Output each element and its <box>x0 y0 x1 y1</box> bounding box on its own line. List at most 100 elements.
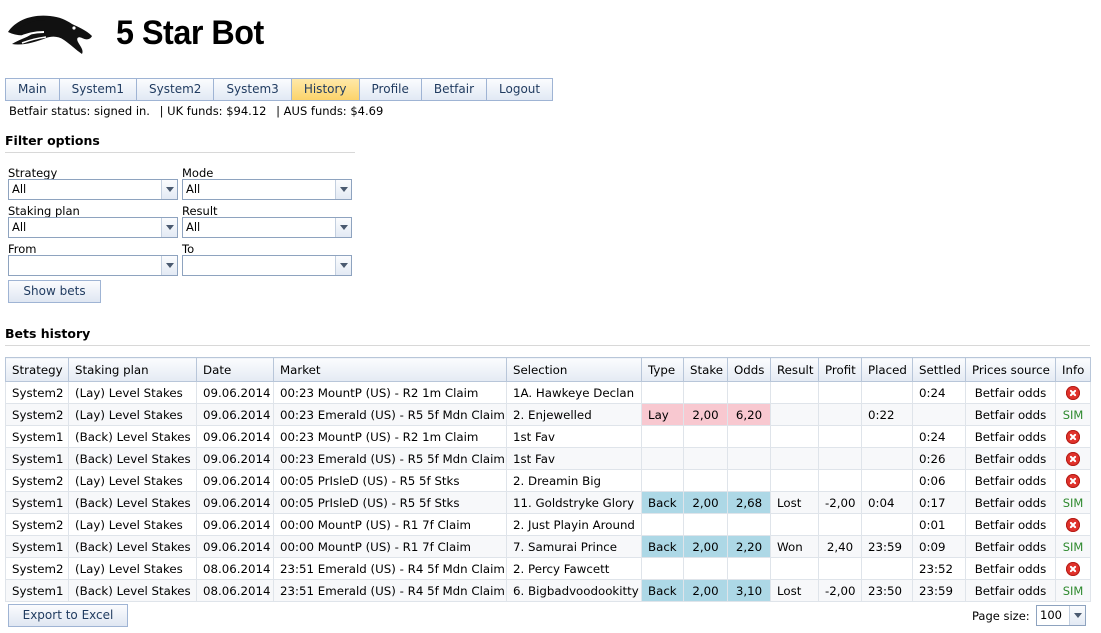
cell-profit <box>818 557 862 580</box>
cell-placed <box>861 425 913 448</box>
result-select[interactable]: All <box>182 217 352 238</box>
col-stake[interactable]: Stake <box>683 357 728 382</box>
col-staking-plan[interactable]: Staking plan <box>68 357 197 382</box>
error-x-icon[interactable] <box>1066 451 1080 466</box>
col-date[interactable]: Date <box>196 357 274 382</box>
col-prices-source[interactable]: Prices source <box>965 357 1056 382</box>
cell-date: 09.06.2014 <box>196 381 274 404</box>
page-size-select[interactable]: 100 <box>1036 605 1086 626</box>
col-selection[interactable]: Selection <box>506 357 642 382</box>
export-excel-button[interactable]: Export to Excel <box>8 604 128 627</box>
cell-market: 00:00 MountP (US) - R1 7f Claim <box>273 535 507 558</box>
table-row: System2 (Lay) Level Stakes 09.06.2014 00:23… <box>5 403 1091 426</box>
mode-label: Mode <box>182 166 214 180</box>
cell-odds <box>727 381 771 404</box>
cell-placed: 23:59 <box>861 535 913 558</box>
tab-main[interactable]: Main <box>6 79 60 100</box>
cell-settled: 23:59 <box>912 579 966 602</box>
cell-placed <box>861 557 913 580</box>
table-row: System2 (Lay) Level Stakes 09.06.2014 00:00… <box>5 513 1091 536</box>
col-odds[interactable]: Odds <box>727 357 771 382</box>
mode-select[interactable]: All <box>182 179 352 200</box>
cell-profit <box>818 513 862 536</box>
cell-market: 00:05 PrIsleD (US) - R5 5f Stks <box>273 491 507 514</box>
tab-system3[interactable]: System3 <box>214 79 292 100</box>
to-date-picker[interactable] <box>182 255 352 276</box>
cell-profit <box>818 447 862 470</box>
col-result[interactable]: Result <box>770 357 819 382</box>
tab-logout[interactable]: Logout <box>487 79 554 100</box>
cell-odds <box>727 557 771 580</box>
col-profit[interactable]: Profit <box>818 357 862 382</box>
tab-profile[interactable]: Profile <box>359 79 422 100</box>
tab-system2[interactable]: System2 <box>137 79 215 100</box>
cell-type <box>641 381 684 404</box>
cell-placed <box>861 447 913 470</box>
cell-prices-source: Betfair odds <box>965 579 1056 602</box>
show-bets-button[interactable]: Show bets <box>8 280 101 303</box>
chevron-down-icon[interactable] <box>161 256 177 275</box>
cell-prices-source: Betfair odds <box>965 447 1056 470</box>
cell-strategy[interactable]: System1 <box>5 447 69 470</box>
cell-strategy[interactable]: System2 <box>5 381 69 404</box>
cell-stake <box>683 381 728 404</box>
chevron-down-icon[interactable] <box>335 218 351 237</box>
error-x-icon[interactable] <box>1066 517 1080 532</box>
chevron-down-icon[interactable] <box>161 218 177 237</box>
error-x-icon[interactable] <box>1066 385 1080 400</box>
cell-type: Back <box>641 491 684 514</box>
col-settled[interactable]: Settled <box>912 357 966 382</box>
cell-date: 08.06.2014 <box>196 557 274 580</box>
cell-strategy[interactable]: System1 <box>5 491 69 514</box>
cell-staking-plan: (Lay) Level Stakes <box>68 469 197 492</box>
strategy-select[interactable]: All <box>8 179 178 200</box>
cell-market: 00:23 Emerald (US) - R5 5f Mdn Claim <box>273 447 507 470</box>
cell-market: 00:05 PrIsleD (US) - R5 5f Stks <box>273 469 507 492</box>
cell-strategy[interactable]: System1 <box>5 535 69 558</box>
staking-plan-select[interactable]: All <box>8 217 178 238</box>
error-x-icon[interactable] <box>1066 429 1080 444</box>
tab-history[interactable]: History <box>291 79 360 100</box>
col-placed[interactable]: Placed <box>861 357 913 382</box>
status-bar: Betfair status: signed in. | UK funds: $… <box>9 104 383 118</box>
cell-result <box>770 557 819 580</box>
cell-date: 09.06.2014 <box>196 535 274 558</box>
tab-betfair[interactable]: Betfair <box>421 79 488 100</box>
cell-staking-plan: (Lay) Level Stakes <box>68 381 197 404</box>
chevron-down-icon[interactable] <box>335 180 351 199</box>
cell-type <box>641 469 684 492</box>
cell-odds: 3,10 <box>727 579 771 602</box>
cell-strategy[interactable]: System2 <box>5 403 69 426</box>
cell-stake <box>683 447 728 470</box>
col-info[interactable]: Info <box>1055 357 1091 382</box>
cell-strategy[interactable]: System2 <box>5 513 69 536</box>
col-strategy[interactable]: Strategy <box>5 357 69 382</box>
sim-badge: SIM <box>1062 583 1084 598</box>
cell-type <box>641 557 684 580</box>
table-row: System1 (Back) Level Stakes 09.06.2014 00:0… <box>5 535 1091 558</box>
cell-result: Lost <box>770 579 819 602</box>
cell-strategy[interactable]: System1 <box>5 425 69 448</box>
cell-strategy[interactable]: System2 <box>5 557 69 580</box>
error-x-icon[interactable] <box>1066 561 1080 576</box>
col-market[interactable]: Market <box>273 357 507 382</box>
tab-system1[interactable]: System1 <box>59 79 138 100</box>
error-x-icon[interactable] <box>1066 473 1080 488</box>
from-date-picker[interactable] <box>8 255 178 276</box>
cell-result <box>770 513 819 536</box>
cell-strategy[interactable]: System1 <box>5 579 69 602</box>
chevron-down-icon[interactable] <box>335 256 351 275</box>
cell-prices-source: Betfair odds <box>965 557 1056 580</box>
cell-profit <box>818 425 862 448</box>
chevron-down-icon[interactable] <box>161 180 177 199</box>
cell-market: 23:51 Emerald (US) - R4 5f Mdn Claim <box>273 557 507 580</box>
cell-date: 09.06.2014 <box>196 403 274 426</box>
chevron-down-icon[interactable] <box>1069 606 1085 625</box>
cell-settled <box>912 403 966 426</box>
cell-odds <box>727 469 771 492</box>
cell-selection: 7. Samurai Prince <box>506 535 642 558</box>
cell-placed <box>861 469 913 492</box>
cell-market: 00:23 MountP (US) - R2 1m Claim <box>273 381 507 404</box>
cell-strategy[interactable]: System2 <box>5 469 69 492</box>
col-type[interactable]: Type <box>641 357 684 382</box>
